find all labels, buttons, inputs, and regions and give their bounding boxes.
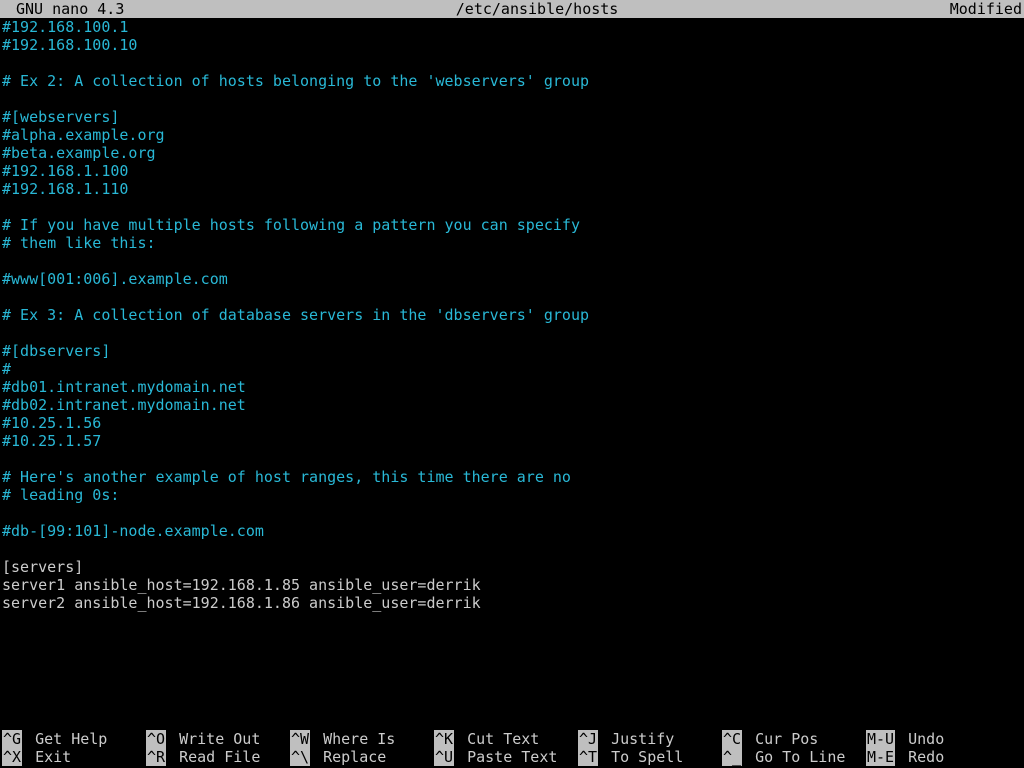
editor-line: # If you have multiple hosts following a… — [2, 216, 1022, 234]
shortcut-key: ^W — [290, 730, 310, 748]
file-path: /etc/ansible/hosts — [124, 0, 949, 18]
editor-line: # leading 0s: — [2, 486, 1022, 504]
shortcut-item[interactable]: ^W Where Is — [290, 730, 434, 748]
shortcut-key: ^X — [2, 748, 22, 766]
shortcut-label: Cur Pos — [746, 730, 818, 748]
shortcut-label: Read File — [170, 748, 260, 766]
editor-line: #[webservers] — [2, 108, 1022, 126]
shortcut-label: Redo — [899, 748, 944, 766]
shortcut-label: Undo — [899, 730, 944, 748]
shortcut-item[interactable]: ^O Write Out — [146, 730, 290, 748]
editor-line — [2, 504, 1022, 522]
editor-line — [2, 288, 1022, 306]
editor-line: #10.25.1.56 — [2, 414, 1022, 432]
shortcut-key: ^C — [722, 730, 742, 748]
shortcut-item[interactable]: ^_ Go To Line — [722, 748, 866, 766]
shortcut-label: Where Is — [314, 730, 395, 748]
shortcut-item[interactable]: ^C Cur Pos — [722, 730, 866, 748]
shortcut-key: ^J — [578, 730, 598, 748]
editor-line: # — [2, 360, 1022, 378]
editor-line: #alpha.example.org — [2, 126, 1022, 144]
shortcut-row: ^X Exit^R Read File^\ Replace^U Paste Te… — [2, 748, 1022, 766]
shortcut-key: M-U — [866, 730, 895, 748]
editor-line: #db-[99:101]-node.example.com — [2, 522, 1022, 540]
editor-line — [2, 252, 1022, 270]
editor-line — [2, 54, 1022, 72]
editor-line — [2, 90, 1022, 108]
editor-line: #192.168.1.110 — [2, 180, 1022, 198]
shortcut-bar: ^G Get Help^O Write Out^W Where Is^K Cut… — [0, 730, 1024, 768]
shortcut-item[interactable]: ^K Cut Text — [434, 730, 578, 748]
editor-line: #192.168.100.1 — [2, 18, 1022, 36]
editor-line — [2, 324, 1022, 342]
editor-line: #10.25.1.57 — [2, 432, 1022, 450]
editor-line: #192.168.100.10 — [2, 36, 1022, 54]
editor-line: #db01.intranet.mydomain.net — [2, 378, 1022, 396]
shortcut-label: Go To Line — [746, 748, 845, 766]
shortcut-item[interactable]: ^J Justify — [578, 730, 722, 748]
editor-line: #db02.intranet.mydomain.net — [2, 396, 1022, 414]
shortcut-label: Replace — [314, 748, 386, 766]
editor-line — [2, 540, 1022, 558]
shortcut-item[interactable]: ^\ Replace — [290, 748, 434, 766]
editor-line: [servers] — [2, 558, 1022, 576]
editor-line: # Ex 2: A collection of hosts belonging … — [2, 72, 1022, 90]
shortcut-key: M-E — [866, 748, 895, 766]
shortcut-label: Cut Text — [458, 730, 539, 748]
shortcut-key: ^O — [146, 730, 166, 748]
editor-line: # them like this: — [2, 234, 1022, 252]
editor-line: # Here's another example of host ranges,… — [2, 468, 1022, 486]
shortcut-label: Justify — [602, 730, 674, 748]
editor-line: #[dbservers] — [2, 342, 1022, 360]
editor-line — [2, 198, 1022, 216]
shortcut-key: ^U — [434, 748, 454, 766]
title-bar: GNU nano 4.3 /etc/ansible/hosts Modified — [0, 0, 1024, 18]
shortcut-key: ^_ — [722, 748, 742, 766]
shortcut-label: Paste Text — [458, 748, 557, 766]
shortcut-row: ^G Get Help^O Write Out^W Where Is^K Cut… — [2, 730, 1022, 748]
editor-line: server2 ansible_host=192.168.1.86 ansibl… — [2, 594, 1022, 612]
shortcut-key: ^R — [146, 748, 166, 766]
shortcut-item[interactable]: ^X Exit — [2, 748, 146, 766]
editor-line — [2, 450, 1022, 468]
editor-area[interactable]: #192.168.100.1#192.168.100.10 # Ex 2: A … — [0, 18, 1024, 612]
shortcut-label: Exit — [26, 748, 71, 766]
shortcut-label: Write Out — [170, 730, 260, 748]
shortcut-label: Get Help — [26, 730, 107, 748]
shortcut-label: To Spell — [602, 748, 683, 766]
shortcut-item[interactable]: ^T To Spell — [578, 748, 722, 766]
shortcut-item[interactable]: M-U Undo — [866, 730, 1010, 748]
editor-line: #beta.example.org — [2, 144, 1022, 162]
app-name: GNU nano 4.3 — [2, 0, 124, 18]
shortcut-item[interactable]: ^G Get Help — [2, 730, 146, 748]
shortcut-item[interactable]: ^U Paste Text — [434, 748, 578, 766]
editor-line: server1 ansible_host=192.168.1.85 ansibl… — [2, 576, 1022, 594]
shortcut-key: ^T — [578, 748, 598, 766]
shortcut-key: ^G — [2, 730, 22, 748]
shortcut-key: ^\ — [290, 748, 310, 766]
shortcut-item[interactable]: M-E Redo — [866, 748, 1010, 766]
shortcut-key: ^K — [434, 730, 454, 748]
editor-line: #192.168.1.100 — [2, 162, 1022, 180]
editor-line: # Ex 3: A collection of database servers… — [2, 306, 1022, 324]
shortcut-item[interactable]: ^R Read File — [146, 748, 290, 766]
modified-status: Modified — [950, 0, 1022, 18]
editor-line: #www[001:006].example.com — [2, 270, 1022, 288]
